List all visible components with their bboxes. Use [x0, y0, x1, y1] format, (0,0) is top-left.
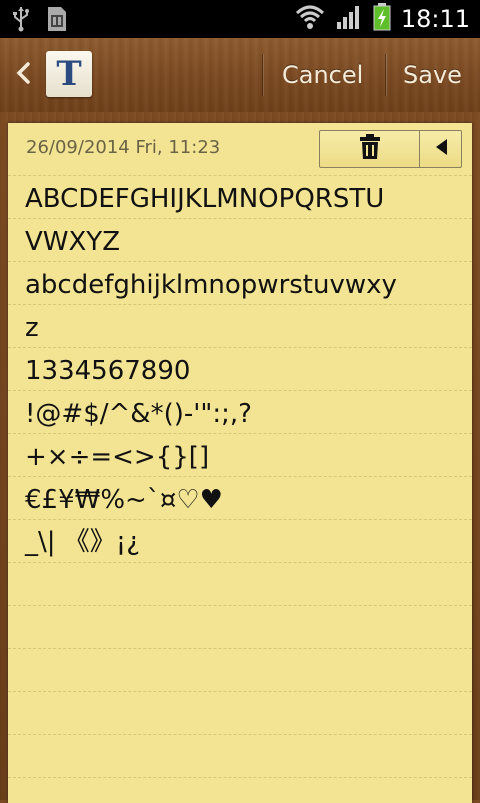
save-button[interactable]: Save	[403, 38, 462, 112]
sim-card-icon	[46, 6, 68, 36]
note-line-text: abcdefghijklmnopwrstuvwxy	[25, 270, 397, 300]
triangle-left-icon	[434, 138, 448, 160]
note-line-text: !@#$/^&*()-'":;,?	[25, 399, 252, 429]
note-line: !@#$/^&*()-'":;,?	[8, 391, 472, 434]
note-paper[interactable]: 26/09/2014 Fri, 11:23 ABCDEFGHIJKLMNOPQR…	[8, 123, 472, 803]
note-frame: 26/09/2014 Fri, 11:23 ABCDEFGHIJKLMNOPQR…	[0, 112, 480, 803]
wifi-icon	[295, 4, 325, 34]
note-tools	[319, 130, 462, 168]
note-line-text: z	[25, 313, 39, 343]
action-divider	[262, 54, 263, 96]
note-line-text: ABCDEFGHIJKLMNOPQRSTU	[25, 184, 385, 214]
status-bar: 18:11	[0, 0, 480, 38]
note-line	[8, 692, 472, 735]
delete-button[interactable]	[320, 131, 420, 167]
action-bar: T Cancel Save	[0, 38, 480, 112]
note-body[interactable]: ABCDEFGHIJKLMNOPQRSTU VWXYZ abcdefghijkl…	[8, 176, 472, 778]
note-line	[8, 649, 472, 692]
note-line	[8, 563, 472, 606]
note-line	[8, 735, 472, 778]
status-time: 18:11	[400, 5, 470, 33]
note-line: VWXYZ	[8, 219, 472, 262]
note-line: +×÷=<>{}[]	[8, 434, 472, 477]
battery-charging-icon	[373, 3, 391, 35]
note-line	[8, 606, 472, 649]
signal-icon	[335, 4, 363, 34]
note-line: z	[8, 305, 472, 348]
collapse-toolbar-button[interactable]	[420, 131, 461, 167]
usb-icon	[10, 6, 32, 36]
text-memo-app-icon[interactable]: T	[46, 51, 92, 97]
note-header: 26/09/2014 Fri, 11:23	[8, 123, 472, 176]
note-line: ABCDEFGHIJKLMNOPQRSTU	[8, 176, 472, 219]
note-line-text: +×÷=<>{}[]	[25, 442, 210, 472]
cancel-button[interactable]: Cancel	[282, 38, 363, 112]
note-line-text: VWXYZ	[25, 227, 120, 257]
action-divider	[385, 54, 386, 96]
note-line: 1334567890	[8, 348, 472, 391]
note-date: 26/09/2014 Fri, 11:23	[26, 137, 221, 158]
note-line: _\| 《》¡¿	[8, 520, 472, 563]
trash-icon	[359, 134, 381, 164]
note-line-text: 1334567890	[25, 356, 191, 386]
note-line: €£¥₩%~`¤♡♥	[8, 477, 472, 520]
back-arrow-icon	[14, 61, 32, 89]
note-line: abcdefghijklmnopwrstuvwxy	[8, 262, 472, 305]
app-icon-letter: T	[56, 54, 82, 94]
note-line-text: €£¥₩%~`¤♡♥	[25, 485, 223, 515]
note-line-text: _\| 《》¡¿	[25, 527, 141, 557]
back-button[interactable]	[8, 56, 38, 94]
